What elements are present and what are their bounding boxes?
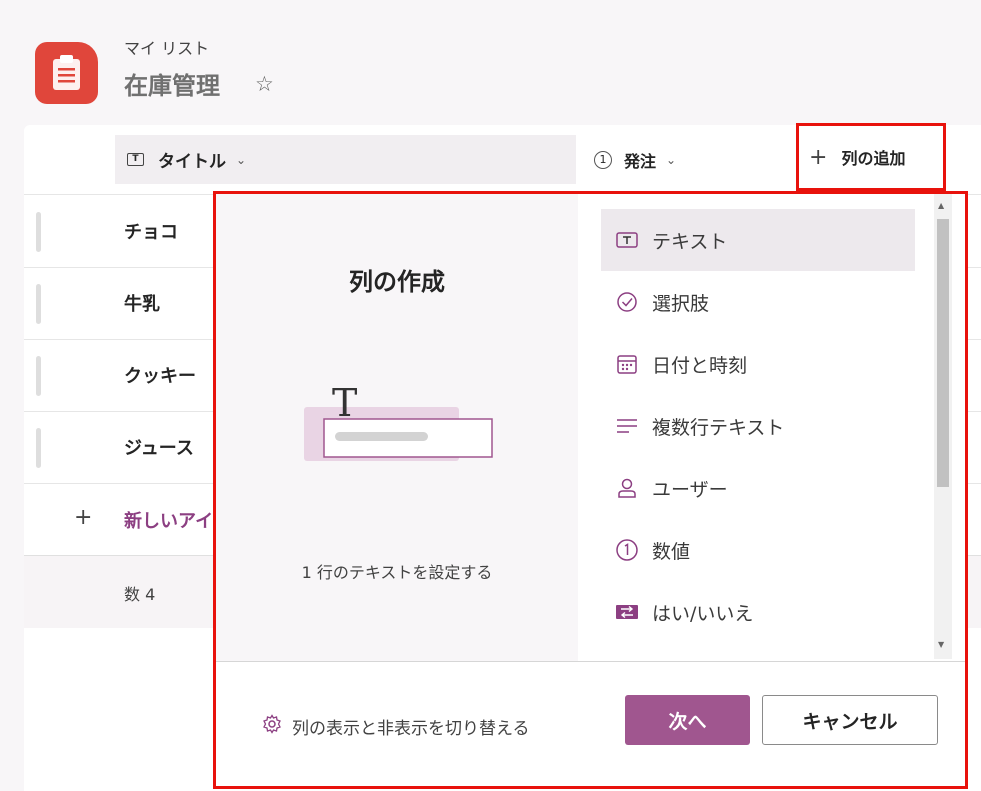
type-option-label: 選択肢 (652, 292, 710, 315)
type-option-multiline[interactable]: 複数行テキスト (601, 395, 915, 457)
toggle-columns-label: 列の表示と非表示を切り替える (292, 719, 530, 739)
panel-footer: 列の表示と非表示を切り替える 次へ キャンセル (216, 661, 965, 786)
type-option-person[interactable]: ユーザー (601, 457, 915, 519)
text-field-illustration-icon: T (300, 374, 500, 473)
choice-icon (614, 291, 640, 313)
type-list-scrollbar[interactable]: ▲ ▼ (934, 194, 952, 659)
yes-no-icon (614, 601, 640, 623)
column-preview: 列の作成 T 1 行のテキストを設定する (216, 194, 578, 661)
title-cell[interactable]: チョコ (124, 218, 178, 244)
chevron-down-icon: ⌄ (236, 152, 247, 167)
multiline-icon (614, 415, 640, 437)
item-count: 数 4 (124, 585, 156, 604)
title-cell[interactable]: ジュース (124, 434, 194, 460)
chevron-down-icon: ⌄ (666, 152, 677, 167)
panel-description: 1 行のテキストを設定する (301, 563, 493, 582)
type-option-label: ユーザー (652, 478, 728, 501)
highlight-box (796, 123, 946, 191)
type-option-yes-no[interactable]: はい/いいえ (601, 581, 915, 643)
cancel-button[interactable]: キャンセル (762, 695, 938, 745)
site-name[interactable]: マイ リスト (124, 35, 209, 59)
panel-title: 列の作成 (349, 268, 445, 296)
type-option-number[interactable]: 数値 (601, 519, 915, 581)
type-option-text[interactable]: テキスト (601, 209, 915, 271)
toggle-columns-link[interactable]: 列の表示と非表示を切り替える (262, 714, 530, 739)
list-title: 在庫管理 (124, 72, 220, 100)
type-option-label: 数値 (652, 540, 691, 563)
plus-icon: + (74, 505, 93, 530)
column-header-title[interactable]: T タイトル ⌄ (115, 135, 576, 184)
type-option-label: はい/いいえ (652, 602, 754, 625)
number-column-icon: 1 (594, 150, 612, 169)
row-selector[interactable] (36, 212, 41, 252)
row-selector[interactable] (36, 356, 41, 396)
calendar-icon (614, 353, 640, 375)
type-option-choice[interactable]: 選択肢 (601, 271, 915, 333)
next-button[interactable]: 次へ (625, 695, 750, 745)
clipboard-icon (35, 42, 98, 104)
favorite-star-icon[interactable]: ☆ (255, 72, 274, 96)
create-column-panel: 列の作成 T 1 行のテキストを設定する テキスト 選択肢 日付と時刻 複数行テ… (213, 191, 968, 789)
text-column-icon: T (127, 153, 144, 166)
title-cell[interactable]: 牛乳 (124, 290, 160, 316)
column-order-label: 発注 (624, 151, 657, 171)
title-cell[interactable]: クッキー (124, 362, 196, 388)
type-option-label: 日付と時刻 (652, 354, 748, 377)
scroll-down-icon[interactable]: ▼ (938, 640, 944, 649)
row-selector[interactable] (36, 428, 41, 468)
column-type-list: テキスト 選択肢 日付と時刻 複数行テキスト ユーザー 数値 はい/いいえ (601, 209, 915, 654)
number-icon (614, 539, 640, 561)
scrollbar-thumb[interactable] (937, 219, 949, 487)
text-icon (614, 229, 640, 251)
column-title-label: タイトル (158, 152, 226, 172)
column-header-order[interactable]: 1 発注 ⌄ (594, 135, 676, 184)
type-option-datetime[interactable]: 日付と時刻 (601, 333, 915, 395)
row-selector[interactable] (36, 284, 41, 324)
gear-icon (262, 714, 282, 739)
type-option-label: テキスト (652, 230, 728, 253)
person-icon (614, 477, 640, 499)
scroll-up-icon[interactable]: ▲ (938, 201, 944, 210)
type-option-label: 複数行テキスト (652, 416, 785, 439)
page-header: マイ リスト 在庫管理 ☆ (0, 0, 981, 125)
